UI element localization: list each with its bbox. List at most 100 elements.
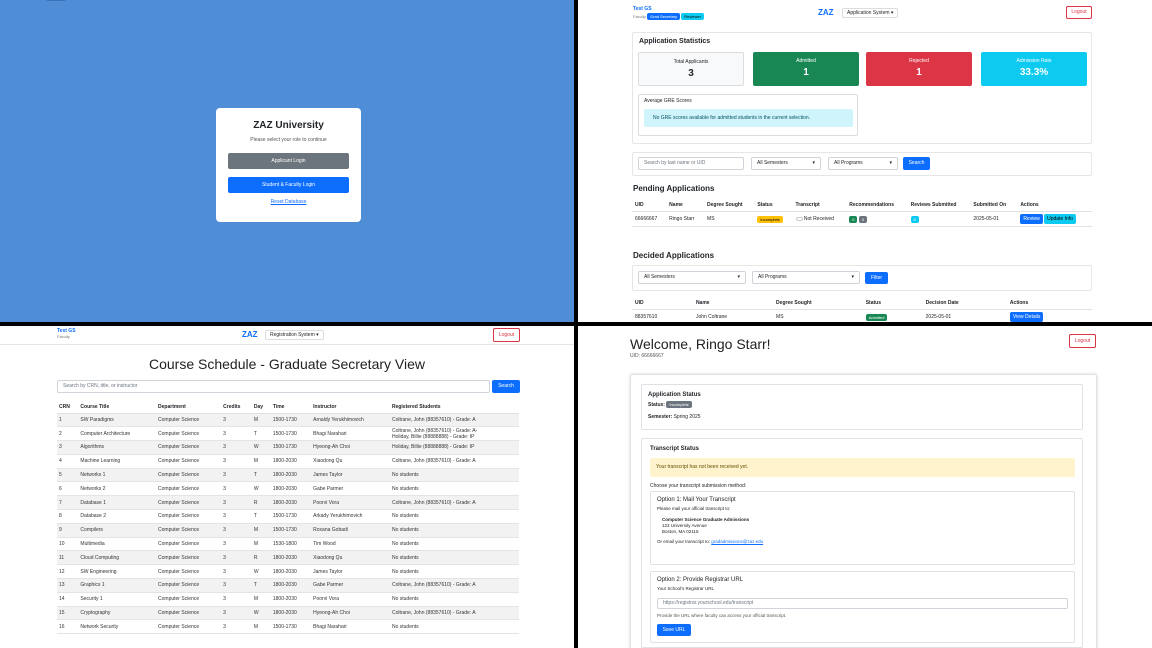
registrar-url-input[interactable]: https://registrar.yourschool.edu/transcr… <box>657 598 1068 609</box>
department-cell: Computer Science <box>156 523 222 538</box>
department-cell: Computer Science <box>156 426 222 442</box>
credits-cell: 3 <box>221 592 252 607</box>
department-cell: Computer Science <box>156 509 222 524</box>
col-header: Instructor <box>311 402 390 414</box>
table-row: 1 SW Paradigms Computer Science 3 M 1500-1730… <box>57 413 519 428</box>
actions-cell: View Details <box>1006 309 1092 322</box>
col-header: Transcript <box>792 199 847 212</box>
time-cell: 1500-1730 <box>270 619 312 635</box>
title-cell: Algorithms <box>78 440 157 455</box>
system-dropdown[interactable]: Application System ▾ <box>842 8 899 18</box>
reset-database-link[interactable]: Reset Database <box>216 199 361 205</box>
uid-label: UID: 66666667 <box>630 353 664 359</box>
system-dropdown[interactable]: Registration System ▾ <box>265 330 324 340</box>
email-link[interactable]: gradadmissions@zaz.edu <box>711 539 763 544</box>
credits-cell: 3 <box>221 564 252 580</box>
col-header: Name <box>666 199 705 212</box>
review-button[interactable]: Review <box>1020 214 1043 224</box>
program-select[interactable]: All Programs ▾ <box>828 157 898 170</box>
search-input[interactable]: Search by last name or UID <box>638 157 744 170</box>
login-subtitle: Please select your role to continue <box>250 137 327 143</box>
table-row: 9 Compilers Computer Science 3 M 1500-1730 Rox… <box>57 523 519 538</box>
stat-label: Rejected <box>909 58 929 64</box>
stat-label: Total Applicants <box>673 59 709 65</box>
title-cell: Security 1 <box>78 592 157 607</box>
students-cell: No students <box>389 523 519 538</box>
credits-cell: 3 <box>221 619 252 635</box>
credits-cell: 3 <box>221 537 252 552</box>
decided-semester-select[interactable]: All Semesters ▾ <box>638 271 746 284</box>
col-header: Submitted On <box>970 199 1018 212</box>
instructor-cell: Tim Wood <box>311 537 390 552</box>
crn-cell: 11 <box>57 550 79 566</box>
crn-cell: 2 <box>57 426 79 442</box>
gre-scores-card: Average GRE Scores No GRE scores availab… <box>638 94 858 136</box>
credits-cell: 3 <box>221 509 252 524</box>
status-cell: Incomplete <box>754 211 793 227</box>
crn-cell: 3 <box>57 440 79 455</box>
day-cell: W <box>251 606 271 621</box>
name-cell: John Coltrane <box>692 309 774 322</box>
semester-label: Semester: <box>648 414 673 420</box>
search-button[interactable]: Search <box>903 157 930 170</box>
title-cell: Network Security <box>78 619 157 635</box>
time-cell: 1800-2030 <box>270 454 312 469</box>
search-button[interactable]: Search <box>492 380 520 393</box>
toggle-switch[interactable] <box>795 216 803 221</box>
semester-select[interactable]: All Semesters ▾ <box>751 157 821 170</box>
decided-program-select[interactable]: All Programs ▾ <box>752 271 860 284</box>
mail-option-card: Option 1: Mail Your Transcript Please ma… <box>650 491 1075 565</box>
logout-button[interactable]: Logout <box>1066 6 1092 19</box>
rec-badge: 0 <box>849 215 858 223</box>
update-info-button[interactable]: Update Info <box>1044 214 1076 224</box>
option1-text: Please mail your official transcript to: <box>657 506 731 511</box>
crn-cell: 13 <box>57 578 79 593</box>
students-cell: Coltrane, John (88357610) - Grade: A <box>389 413 519 428</box>
user-role: Faculty <box>57 334 70 339</box>
chevron-down-icon: ▾ <box>316 332 319 338</box>
system-dropdown-label: Registration System <box>270 332 315 338</box>
view-details-button[interactable]: View Details <box>1009 312 1044 322</box>
time-cell: 1800-2030 <box>270 481 312 497</box>
students-cell: No students <box>389 592 519 607</box>
day-cell: T <box>251 426 271 442</box>
stat-label: Admission Rate <box>1016 58 1052 64</box>
day-cell: M <box>251 592 271 607</box>
col-header: Decision Date <box>922 297 1007 310</box>
time-cell: 1500-1730 <box>270 523 312 538</box>
time-cell: 1800-2030 <box>270 495 312 511</box>
department-cell: Computer Science <box>156 550 222 566</box>
title-cell: Graphics 1 <box>78 578 157 593</box>
logout-button[interactable]: Logout <box>1069 334 1096 348</box>
applicant-login-button[interactable]: Applicant Login <box>228 153 349 169</box>
search-input[interactable]: Search by CRN, title, or instructor <box>57 380 490 393</box>
instructor-cell: Bhagi Narahari <box>311 426 390 442</box>
instructor-cell: Gabe Parmer <box>311 481 390 497</box>
col-header: Reviews Submitted <box>907 199 971 212</box>
table-row: 16 Network Security Computer Science 3 M 1500… <box>57 619 519 635</box>
filter-button[interactable]: Filter <box>865 272 888 284</box>
app-status-title: Application Status <box>648 392 701 398</box>
save-url-button[interactable]: Save URL <box>657 624 691 636</box>
degree-cell: MS <box>704 211 755 227</box>
title-cell: Networks 1 <box>78 468 157 483</box>
instructor-cell: Poorvi Vora <box>311 592 390 607</box>
pending-table: UID Name Degree Sought Status Transcript… <box>632 199 1092 227</box>
table-row: 66666667 Ringo Starr MS Incomplete Not R… <box>632 211 1092 227</box>
faculty-login-button[interactable]: Student & Faculty Login <box>228 177 349 193</box>
chevron-down-icon: ▾ <box>890 10 894 16</box>
students-cell: Coltrane, John (88357610) - Grade: A <box>389 606 519 621</box>
day-cell: M <box>251 619 271 635</box>
url-help-text: Provide the URL where faculty can access… <box>657 613 787 618</box>
students-cell: No students <box>389 481 519 497</box>
welcome-heading: Welcome, Ringo Starr! <box>630 336 771 352</box>
date-cell: 2025-05-01 <box>922 309 1007 322</box>
logout-button[interactable]: Logout <box>493 328 520 342</box>
transcript-title: Transcript Status <box>650 446 700 452</box>
status-badge: Admitted <box>865 313 888 321</box>
col-header: Department <box>156 402 222 414</box>
total-applicants-stat: Total Applicants 3 <box>638 52 744 86</box>
transcript-warning-alert: Your transcript has not been received ye… <box>650 458 1075 477</box>
table-row: 8 Database 2 Computer Science 3 T 1500-1730 Ar… <box>57 509 519 524</box>
gre-info-alert: No GRE scores available for admitted stu… <box>644 109 853 127</box>
